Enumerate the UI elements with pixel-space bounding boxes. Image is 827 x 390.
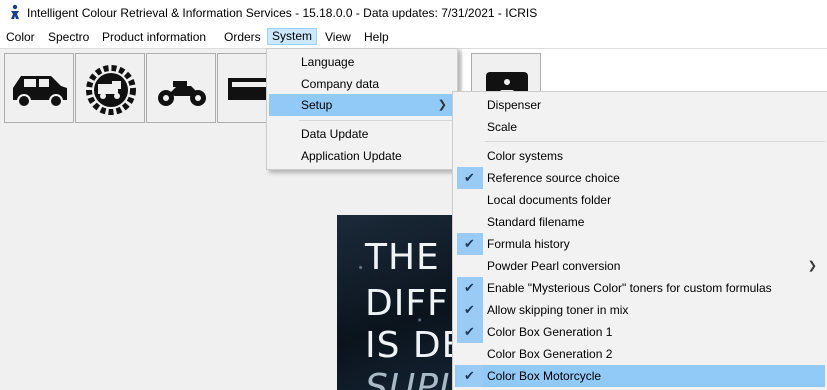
setup-item-reference-source-choice[interactable]: Reference source choice bbox=[455, 167, 825, 189]
checkmark-icon bbox=[457, 299, 483, 321]
chevron-right-icon: ❯ bbox=[437, 99, 447, 111]
title-bar: Intelligent Colour Retrieval & Informati… bbox=[0, 0, 827, 27]
setup-item-color-box-gen2[interactable]: Color Box Generation 2 bbox=[455, 343, 825, 365]
chevron-right-icon: ❯ bbox=[807, 260, 817, 272]
setup-item-standard-filename[interactable]: Standard filename bbox=[455, 211, 825, 233]
setup-item-allow-skipping-toner[interactable]: Allow skipping toner in mix bbox=[455, 299, 825, 321]
checkmark-icon bbox=[457, 233, 483, 255]
setup-item-color-box-gen1[interactable]: Color Box Generation 1 bbox=[455, 321, 825, 343]
partial-icon bbox=[228, 78, 268, 100]
menu-color[interactable]: Color bbox=[6, 29, 35, 46]
menu-product-information[interactable]: Product information bbox=[102, 29, 206, 46]
setup-item-label: Allow skipping toner in mix bbox=[487, 303, 629, 317]
menu-item-language[interactable]: Language bbox=[269, 51, 455, 73]
menu-separator bbox=[485, 141, 825, 142]
checkmark-icon bbox=[457, 277, 483, 299]
checkmark-icon bbox=[457, 365, 483, 387]
setup-item-color-systems[interactable]: Color systems bbox=[455, 145, 825, 167]
checkmark-icon bbox=[457, 321, 483, 343]
setup-item-mysterious-color[interactable]: Enable "Mysterious Color" toners for cus… bbox=[455, 277, 825, 299]
setup-item-formula-history[interactable]: Formula history bbox=[455, 233, 825, 255]
menu-separator bbox=[299, 120, 455, 121]
setup-submenu: Dispenser Scale Color systems Reference … bbox=[452, 91, 827, 390]
setup-item-color-box-motorcycle[interactable]: Color Box Motorcycle bbox=[455, 365, 825, 387]
setup-item-powder-pearl-conversion[interactable]: Powder Pearl conversion ❯ bbox=[455, 255, 825, 277]
menu-system[interactable]: System bbox=[267, 28, 318, 45]
menu-help[interactable]: Help bbox=[364, 29, 389, 46]
window-title: Intelligent Colour Retrieval & Informati… bbox=[27, 6, 538, 20]
menu-orders[interactable]: Orders bbox=[224, 29, 261, 46]
car-button[interactable] bbox=[4, 53, 74, 123]
menu-item-setup-label: Setup bbox=[301, 98, 333, 112]
menu-bar: Color Spectro Product information Orders… bbox=[0, 27, 827, 48]
setup-item-label: Powder Pearl conversion bbox=[487, 259, 621, 273]
setup-item-label: Enable "Mysterious Color" toners for cus… bbox=[487, 281, 772, 295]
setup-item-label: Reference source choice bbox=[487, 171, 620, 185]
banner-line: IS DE bbox=[365, 325, 455, 366]
system-menu: Language Company data Setup ❯ Data Updat… bbox=[266, 48, 458, 170]
truck-gear-button[interactable] bbox=[75, 53, 145, 123]
app-icon bbox=[11, 4, 19, 19]
banner-line: THE bbox=[365, 237, 440, 278]
setup-item-dispenser[interactable]: Dispenser bbox=[455, 94, 825, 116]
menu-item-setup[interactable]: Setup ❯ bbox=[269, 94, 455, 116]
menu-spectro[interactable]: Spectro bbox=[48, 29, 89, 46]
truck-gear-icon bbox=[86, 65, 136, 115]
motorcycle-icon bbox=[158, 81, 206, 106]
menu-item-data-update[interactable]: Data Update bbox=[269, 123, 455, 145]
setup-item-label: Color Box Motorcycle bbox=[487, 369, 602, 383]
vehicle-partial-button[interactable] bbox=[217, 53, 268, 123]
menu-item-application-update[interactable]: Application Update bbox=[269, 145, 455, 167]
setup-item-label: Formula history bbox=[487, 237, 570, 251]
motorcycle-button[interactable] bbox=[146, 53, 216, 123]
setup-item-label: Color Box Generation 1 bbox=[487, 325, 613, 339]
menu-item-company-data[interactable]: Company data bbox=[269, 73, 455, 95]
promo-banner: THE DIFFI IS DE SUPI bbox=[337, 215, 455, 390]
car-icon bbox=[13, 76, 67, 108]
setup-item-local-documents-folder[interactable]: Local documents folder bbox=[455, 189, 825, 211]
checkmark-icon bbox=[457, 167, 483, 189]
setup-item-scale[interactable]: Scale bbox=[455, 116, 825, 138]
banner-line: SUPI bbox=[365, 367, 451, 390]
banner-line: DIFFI bbox=[365, 283, 455, 324]
menu-view[interactable]: View bbox=[325, 29, 351, 46]
